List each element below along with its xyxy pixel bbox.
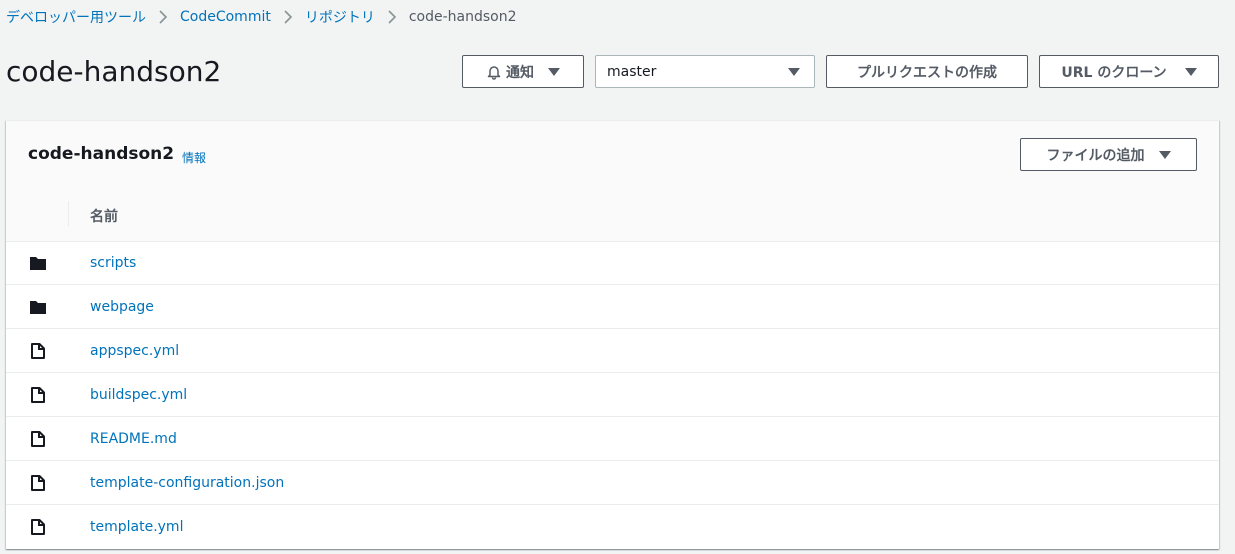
- caret-down-icon: [1184, 67, 1197, 76]
- folder-icon: [30, 299, 46, 315]
- table-row: buildspec.yml: [6, 373, 1219, 417]
- column-divider: [68, 201, 69, 227]
- table-row: template.yml: [6, 505, 1219, 549]
- folder-icon: [30, 255, 46, 271]
- file-link[interactable]: template.yml: [90, 519, 183, 535]
- table-row: scripts: [6, 241, 1219, 285]
- breadcrumb-codecommit[interactable]: CodeCommit: [180, 9, 271, 25]
- panel-header: code-handson2 情報 ファイルの追加: [6, 121, 1219, 188]
- info-link[interactable]: 情報: [182, 149, 206, 166]
- file-link[interactable]: buildspec.yml: [90, 387, 187, 403]
- file-icon: [30, 475, 46, 491]
- clone-url-label: URL のクローン: [1061, 64, 1167, 81]
- file-icon: [30, 387, 46, 403]
- breadcrumb-current: code-handson2: [408, 9, 517, 25]
- bell-icon: [486, 64, 502, 80]
- file-link[interactable]: template-configuration.json: [90, 475, 284, 491]
- create-pull-request-button[interactable]: プルリクエストの作成: [826, 55, 1028, 88]
- file-list: scripts webpage appspec.yml buildspec.ym…: [6, 241, 1219, 549]
- chevron-right-icon: [387, 10, 397, 24]
- add-file-button[interactable]: ファイルの追加: [1020, 138, 1197, 171]
- table-row: template-configuration.json: [6, 461, 1219, 505]
- add-file-label: ファイルの追加: [1046, 147, 1145, 164]
- file-link[interactable]: webpage: [90, 299, 154, 315]
- panel-title: code-handson2: [28, 144, 175, 164]
- file-icon: [30, 519, 46, 535]
- branch-select[interactable]: master: [595, 55, 815, 88]
- column-header-name[interactable]: 名前: [90, 206, 118, 226]
- notify-label: 通知: [506, 64, 534, 81]
- table-row: README.md: [6, 417, 1219, 461]
- table-header: 名前: [6, 187, 1219, 242]
- caret-down-icon: [548, 67, 560, 76]
- table-row: webpage: [6, 285, 1219, 329]
- repository-files-panel: code-handson2 情報 ファイルの追加 名前 scripts webp…: [6, 120, 1219, 549]
- caret-down-icon: [1158, 150, 1171, 159]
- branch-value: master: [607, 63, 657, 80]
- chevron-right-icon: [158, 10, 168, 24]
- breadcrumb: デベロッパー用ツール CodeCommit リポジトリ code-handson…: [6, 6, 517, 28]
- create-pull-request-label: プルリクエストの作成: [857, 64, 997, 81]
- breadcrumb-developer-tools[interactable]: デベロッパー用ツール: [6, 7, 146, 27]
- table-row: appspec.yml: [6, 329, 1219, 373]
- file-icon: [30, 343, 46, 359]
- caret-down-icon: [788, 68, 800, 76]
- chevron-right-icon: [283, 10, 293, 24]
- notify-button[interactable]: 通知: [462, 55, 584, 88]
- file-link[interactable]: README.md: [90, 431, 177, 447]
- page-title: code-handson2: [6, 55, 222, 88]
- file-link[interactable]: scripts: [90, 255, 136, 271]
- file-link[interactable]: appspec.yml: [90, 343, 179, 359]
- breadcrumb-repositories[interactable]: リポジトリ: [305, 7, 375, 27]
- clone-url-button[interactable]: URL のクローン: [1039, 55, 1219, 88]
- file-icon: [30, 431, 46, 447]
